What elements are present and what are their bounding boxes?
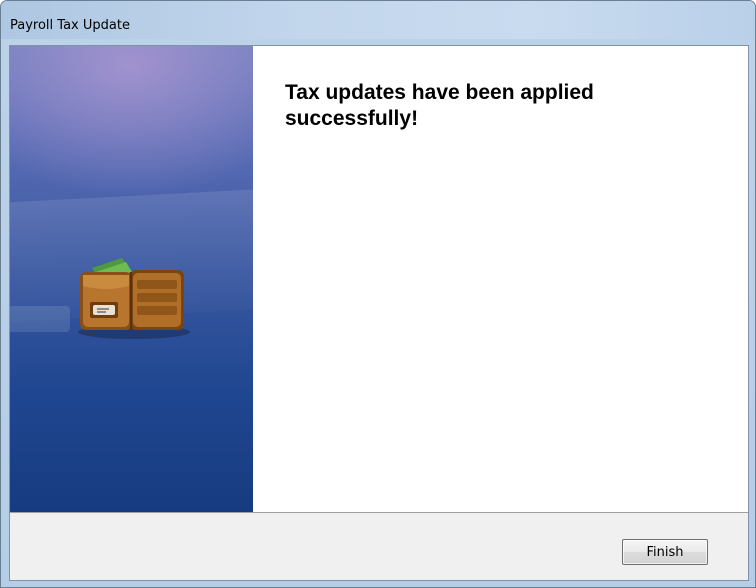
dialog-client-area: Tax updates have been applied successful… [9, 45, 749, 581]
button-bar: Finish [10, 512, 748, 580]
side-panel-banner [10, 46, 253, 512]
content-area: Tax updates have been applied successful… [253, 46, 748, 512]
window-title: Payroll Tax Update [10, 18, 130, 33]
success-message: Tax updates have been applied successful… [285, 81, 594, 130]
title-bar[interactable]: Payroll Tax Update [1, 1, 755, 39]
payroll-tax-update-dialog: Payroll Tax Update Tax updates have been… [0, 0, 756, 588]
wallet-illustration [78, 258, 190, 339]
finish-button[interactable]: Finish [622, 539, 708, 565]
background-card-graphic-small [10, 306, 70, 332]
wallet-icon [70, 246, 190, 342]
